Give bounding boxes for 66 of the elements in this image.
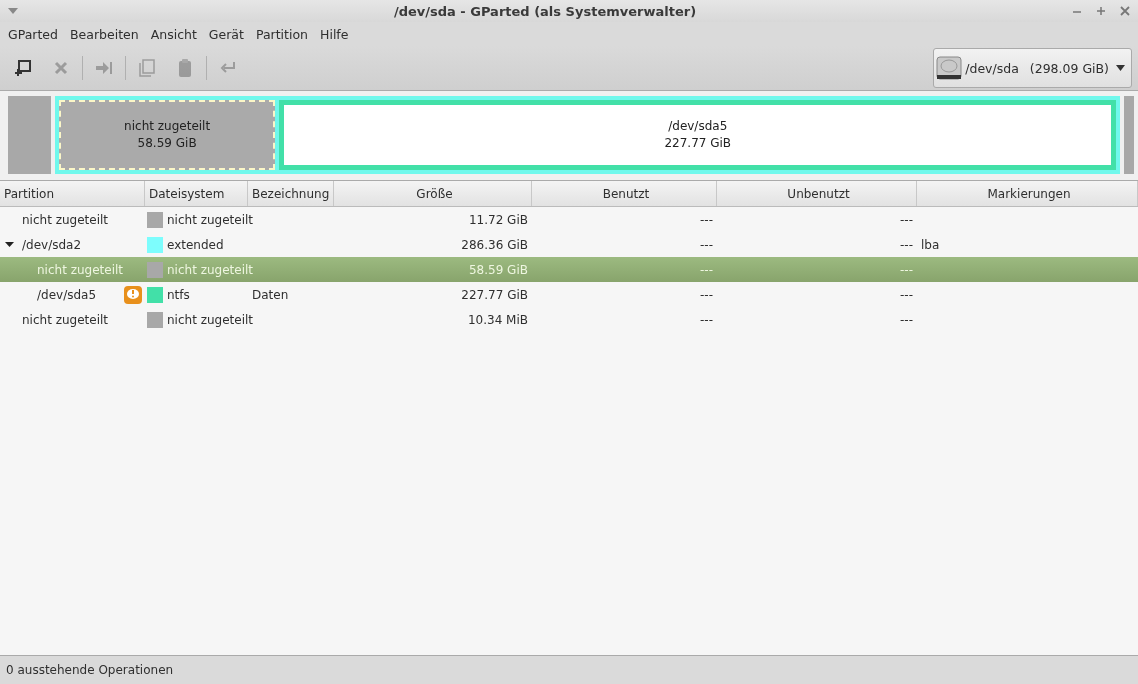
partition-name: nicht zugeteilt [124, 118, 211, 135]
partition-size: 227.77 GiB [664, 135, 732, 152]
menu-item[interactable]: Gerät [202, 26, 250, 42]
window-title: /dev/sda - GParted (als Systemverwalter) [392, 3, 698, 19]
table-cell-text: --- [899, 237, 914, 252]
table-row[interactable]: nicht zugeteilt nicht zugeteilt 11.72 GiB --- --- [0, 207, 1138, 232]
table-cell-text: --- [699, 287, 714, 302]
table-cell-text: --- [899, 262, 914, 277]
column-header[interactable]: Größe [334, 181, 532, 206]
enter-arrow-icon [220, 61, 236, 75]
clipboard-icon [178, 58, 192, 78]
table-row[interactable]: /dev/sda2 extended 286.36 GiB --- --- lba [0, 232, 1138, 257]
window-menu-icon[interactable] [8, 8, 18, 14]
table-cell-text: nicht zugeteilt [36, 262, 125, 277]
table-cell-text: /dev/sda5 [36, 287, 98, 302]
arrow-to-bar-icon [95, 60, 113, 76]
table-cell-text: nicht zugeteilt [167, 212, 255, 227]
table-cell-text: --- [699, 237, 714, 252]
delete-icon [53, 60, 69, 76]
table-cell-text: --- [699, 262, 714, 277]
column-header[interactable]: Unbenutzt [717, 181, 917, 206]
table-cell-text: 10.34 MiB [466, 312, 529, 327]
table-cell-text: 11.72 GiB [467, 212, 529, 227]
table-cell-text: /dev/sda2 [21, 237, 83, 252]
unallocated-block[interactable] [1124, 96, 1134, 174]
copy-icon [139, 59, 155, 77]
new-partition-icon [14, 59, 32, 77]
table-cell-text: 286.36 GiB [460, 237, 529, 252]
column-header[interactable]: Benutzt [532, 181, 717, 206]
table-cell-text: nicht zugeteilt [21, 312, 110, 327]
table-cell-text: nicht zugeteilt [167, 262, 255, 277]
table-cell-text: nicht zugeteilt [167, 312, 255, 327]
dropdown-caret-icon [1116, 65, 1125, 71]
table-cell-text: nicht zugeteilt [21, 212, 110, 227]
table-cell-text: Daten [251, 287, 290, 302]
maximize-icon[interactable] [1096, 6, 1106, 16]
partition-size: 58.59 GiB [137, 135, 197, 152]
partition-block[interactable]: /dev/sda5 227.77 GiB [279, 100, 1117, 170]
table-cell-text: 58.59 GiB [467, 262, 529, 277]
menu-item[interactable]: Hilfe [314, 26, 355, 42]
table-cell-text: 227.77 GiB [460, 287, 529, 302]
menu-item[interactable]: Bearbeiten [64, 26, 145, 42]
column-header[interactable]: Markierungen [917, 181, 1138, 206]
table-cell-text: --- [899, 287, 914, 302]
table-cell-text: extended [167, 237, 225, 252]
table-row[interactable]: /dev/sda5 ntfs Daten 227.77 GiB --- --- [0, 282, 1138, 307]
column-header[interactable]: Dateisystem [145, 181, 248, 206]
table-cell-text: --- [899, 212, 914, 227]
column-header[interactable]: Partition [0, 181, 145, 206]
unallocated-block[interactable] [8, 96, 51, 174]
status-bar: 0 ausstehende Operationen [0, 655, 1138, 684]
partition-block[interactable]: nicht zugeteilt 58.59 GiB [58, 100, 276, 170]
menu-item[interactable]: GParted [2, 26, 64, 42]
table-cell-text: --- [699, 312, 714, 327]
menu-item[interactable]: Ansicht [144, 26, 203, 42]
column-header[interactable]: Bezeichnung [248, 181, 334, 206]
collapse-arrow-icon[interactable] [4, 240, 14, 249]
table-cell-text: --- [899, 312, 914, 327]
table-cell-text: ntfs [167, 287, 191, 302]
table-cell-text: lba [920, 237, 941, 252]
device-selector[interactable]: /dev/sda (298.09 GiB) [933, 48, 1132, 88]
menu-item[interactable]: Partition [249, 26, 314, 42]
partition-name: /dev/sda5 [668, 118, 728, 135]
close-icon[interactable] [1120, 6, 1130, 16]
table-row[interactable]: nicht zugeteilt nicht zugeteilt 10.34 MiB --- --- [0, 307, 1138, 332]
table-cell-text: --- [699, 212, 714, 227]
